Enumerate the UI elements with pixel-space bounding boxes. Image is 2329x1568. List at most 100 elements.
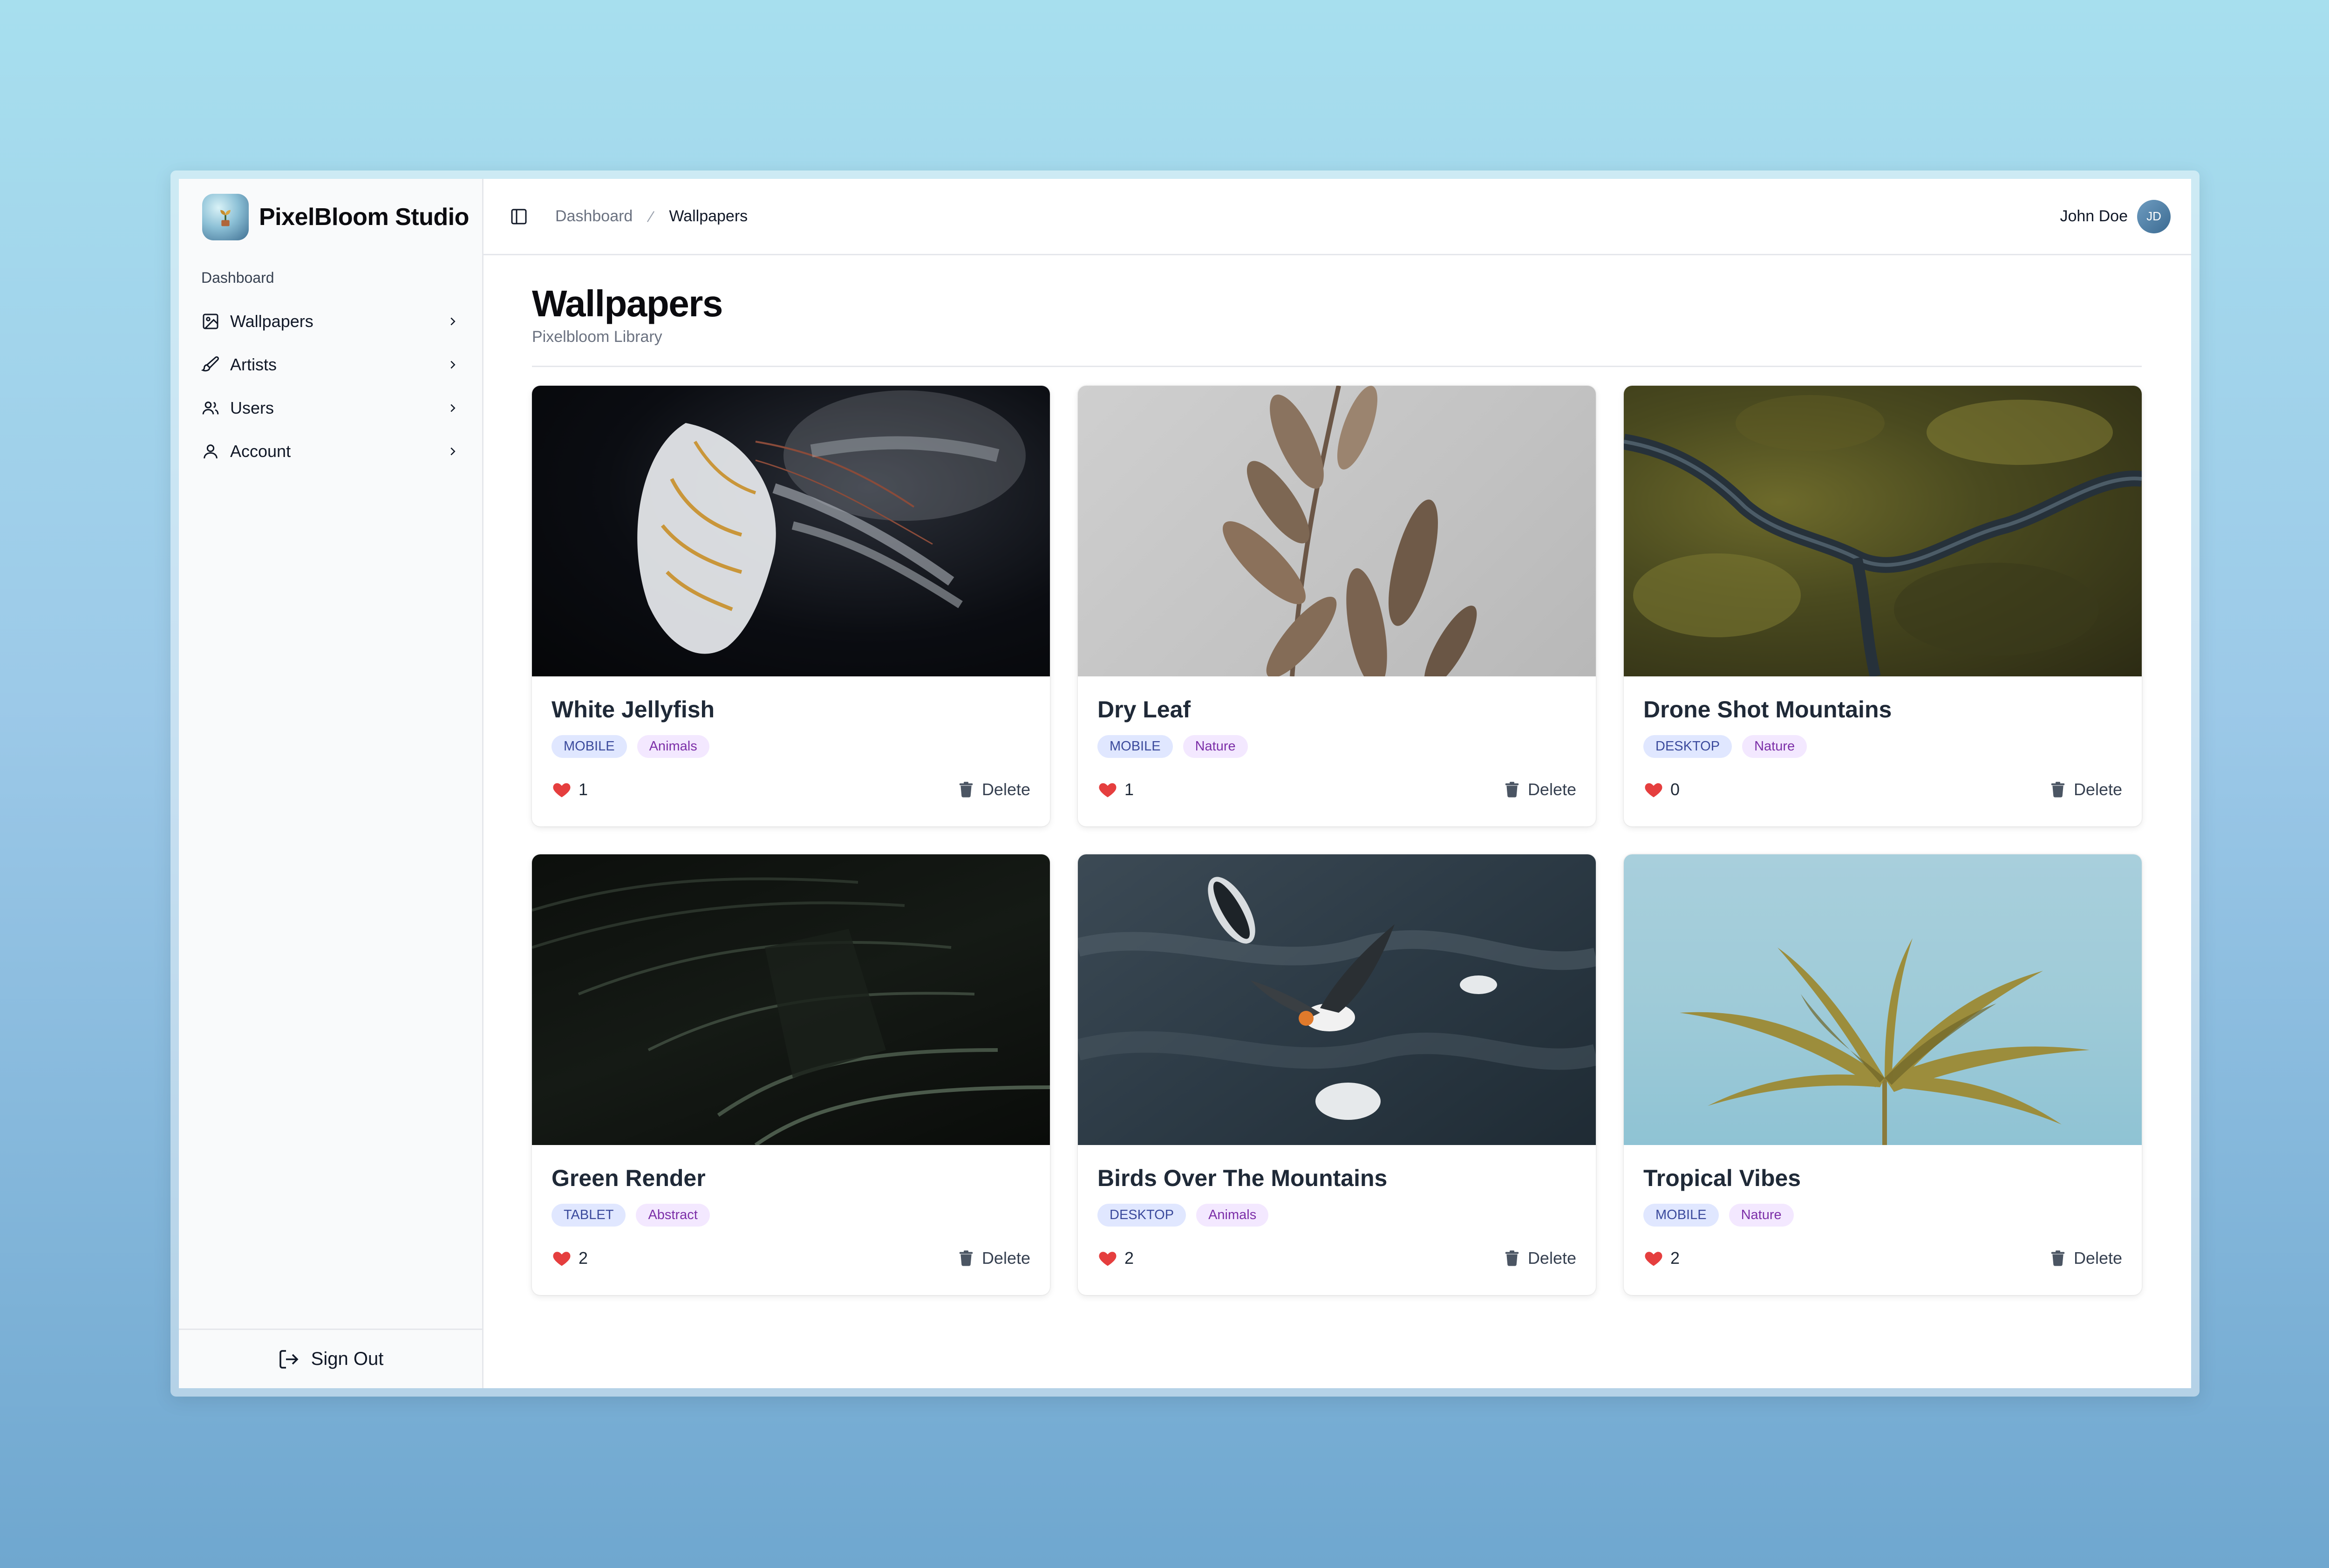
page-subtitle: Pixelbloom Library xyxy=(532,328,662,346)
log-out-icon xyxy=(279,1350,299,1369)
category-tag: Nature xyxy=(1742,735,1807,758)
category-tag: Nature xyxy=(1729,1204,1794,1227)
sign-out-label: Sign Out xyxy=(311,1349,384,1369)
panel-left-icon xyxy=(511,209,527,224)
delete-button[interactable]: Delete xyxy=(2049,780,2122,799)
wallpaper-title: Green Render xyxy=(552,1165,706,1191)
sidebar-item-label: Users xyxy=(230,398,274,417)
like-button[interactable]: 2 xyxy=(552,1248,588,1268)
delete-button[interactable]: Delete xyxy=(1503,780,1576,799)
device-tag: MOBILE xyxy=(552,735,627,758)
delete-button[interactable]: Delete xyxy=(957,1248,1030,1268)
delete-button[interactable]: Delete xyxy=(1503,1248,1576,1268)
wallpaper-title: Birds Over The Mountains xyxy=(1097,1165,1388,1191)
like-count: 1 xyxy=(1124,780,1134,799)
wallpaper-image[interactable] xyxy=(532,386,1050,676)
heart-icon xyxy=(553,1252,571,1266)
sidebar-item-label: Account xyxy=(230,441,291,461)
wallpaper-image[interactable] xyxy=(1078,854,1596,1145)
wallpaper-card[interactable]: White Jellyfish MOBILE Animals 1 Delete xyxy=(532,386,1050,826)
delete-label: Delete xyxy=(981,1248,1030,1268)
chevron-right-icon xyxy=(450,317,456,325)
device-tag: DESKTOP xyxy=(1097,1204,1186,1227)
wallpaper-grid: White Jellyfish MOBILE Animals 1 Delete … xyxy=(532,386,2142,1295)
brand[interactable]: PixelBloom Studio xyxy=(179,179,482,255)
wallpaper-card[interactable]: Drone Shot Mountains DESKTOP Nature 0 De… xyxy=(1624,386,2142,826)
sidebar-nav: Dashboard Wallpapers Artists Users Accou… xyxy=(179,269,482,473)
chevron-right-icon xyxy=(450,404,456,412)
wallpaper-title: White Jellyfish xyxy=(552,696,715,723)
chevron-right-icon xyxy=(450,447,456,455)
category-tag: Animals xyxy=(637,735,709,758)
sidebar-item-label: Artists xyxy=(230,355,277,374)
delete-label: Delete xyxy=(1527,780,1576,799)
sidebar-item-artists[interactable]: Artists xyxy=(201,343,460,386)
wallpaper-card[interactable]: Dry Leaf MOBILE Nature 1 Delete xyxy=(1078,386,1596,826)
wallpaper-image[interactable] xyxy=(1624,854,2142,1145)
divider xyxy=(532,366,2142,367)
trash-icon xyxy=(959,1250,973,1266)
content: Wallpapers Pixelbloom Library White Jell… xyxy=(484,255,2191,1295)
like-count: 2 xyxy=(1124,1248,1134,1268)
heart-icon xyxy=(1099,783,1117,798)
like-button[interactable]: 2 xyxy=(1643,1248,1680,1268)
delete-label: Delete xyxy=(2073,1248,2122,1268)
like-button[interactable]: 2 xyxy=(1097,1248,1134,1268)
wallpaper-card[interactable]: Green Render TABLET Abstract 2 Delete xyxy=(532,854,1050,1295)
sidebar-item-wallpapers[interactable]: Wallpapers xyxy=(201,300,460,343)
wallpaper-title: Drone Shot Mountains xyxy=(1643,696,1892,723)
wallpaper-title: Dry Leaf xyxy=(1097,696,1191,723)
like-count: 2 xyxy=(579,1248,588,1268)
delete-button[interactable]: Delete xyxy=(957,780,1030,799)
app-window: PixelBloom Studio Dashboard Wallpapers A… xyxy=(179,179,2191,1388)
delete-label: Delete xyxy=(2073,780,2122,799)
trash-icon xyxy=(1505,1250,1519,1266)
wallpaper-title: Tropical Vibes xyxy=(1643,1165,1801,1191)
device-tag: TABLET xyxy=(552,1204,626,1227)
users-icon xyxy=(201,399,220,417)
like-count: 2 xyxy=(1670,1248,1680,1268)
sidebar-item-users[interactable]: Users xyxy=(201,386,460,429)
breadcrumb-current: Wallpapers xyxy=(669,207,748,225)
wallpaper-card[interactable]: Birds Over The Mountains DESKTOP Animals… xyxy=(1078,854,1596,1295)
trash-icon xyxy=(2051,1250,2065,1266)
like-button[interactable]: 1 xyxy=(1097,779,1134,800)
wallpaper-image[interactable] xyxy=(1624,386,2142,676)
brush-icon xyxy=(201,355,220,374)
sidebar-item-account[interactable]: Account xyxy=(201,429,460,473)
wallpaper-image[interactable] xyxy=(1078,386,1596,676)
image-icon xyxy=(201,312,220,331)
trash-icon xyxy=(959,782,973,798)
device-tag: MOBILE xyxy=(1097,735,1173,758)
category-tag: Nature xyxy=(1183,735,1248,758)
wallpaper-card[interactable]: Tropical Vibes MOBILE Nature 2 Delete xyxy=(1624,854,2142,1295)
like-count: 1 xyxy=(579,780,588,799)
topbar: Dashboard Wallpapers John Doe JD xyxy=(484,179,2191,255)
delete-label: Delete xyxy=(981,780,1030,799)
wallpaper-image[interactable] xyxy=(532,854,1050,1145)
breadcrumb: Dashboard Wallpapers xyxy=(555,207,748,225)
page-title: Wallpapers xyxy=(532,283,723,324)
sidebar-footer: Sign Out xyxy=(179,1329,482,1388)
chevron-right-icon xyxy=(450,361,456,368)
heart-icon xyxy=(1645,783,1662,798)
sidebar-item-label: Wallpapers xyxy=(230,311,313,331)
breadcrumb-dashboard[interactable]: Dashboard xyxy=(555,207,633,225)
avatar[interactable]: JD xyxy=(2137,199,2171,233)
delete-button[interactable]: Delete xyxy=(2049,1248,2122,1268)
delete-label: Delete xyxy=(1527,1248,1576,1268)
user-icon xyxy=(201,442,220,461)
category-tag: Animals xyxy=(1196,1204,1269,1227)
like-button[interactable]: 0 xyxy=(1643,779,1680,800)
brand-name: PixelBloom Studio xyxy=(259,204,469,231)
sign-out-button[interactable]: Sign Out xyxy=(278,1348,384,1370)
like-button[interactable]: 1 xyxy=(552,779,588,800)
sidebar-toggle-button[interactable] xyxy=(510,206,530,227)
trash-icon xyxy=(1505,782,1519,798)
slash-separator-icon xyxy=(647,211,655,222)
user-name[interactable]: John Doe xyxy=(2060,207,2128,225)
like-count: 0 xyxy=(1670,780,1680,799)
heart-icon xyxy=(1645,1252,1662,1266)
trash-icon xyxy=(2051,782,2065,798)
heart-icon xyxy=(553,783,571,798)
